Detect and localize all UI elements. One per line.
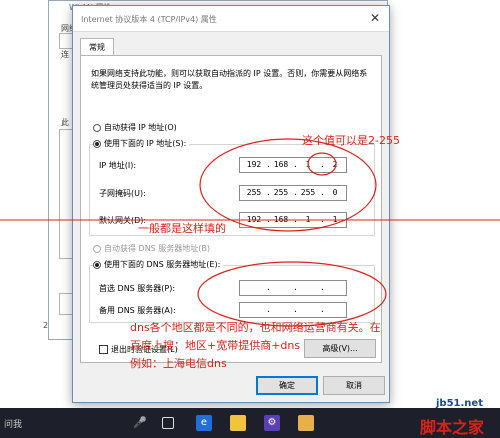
file-explorer-icon[interactable] [230, 415, 246, 431]
cortana-search-text[interactable]: 问我 [4, 417, 22, 430]
dns-fields-circle [197, 261, 387, 327]
note-dns-line2: 百度上搜：地区+宽带提供商+dns [130, 339, 301, 352]
note-dns-line1: dns各个地区都是不同的，也和网络运营商有关。在 [130, 321, 381, 334]
edge-icon[interactable]: e [196, 415, 212, 431]
watermark-site: jb51.net [436, 398, 483, 409]
last-octet-circle [307, 152, 337, 176]
ip-fields-circle [199, 138, 377, 232]
watermark-brand: 脚本之家 [420, 418, 485, 437]
settings-icon[interactable]: ⚙ [264, 415, 280, 431]
annotation-layer [0, 138, 500, 327]
note-ip-range: 这个值可以是2-255 [302, 134, 400, 147]
microphone-icon[interactable]: 🎤 [132, 415, 148, 431]
folder-icon[interactable] [298, 415, 314, 431]
task-view-icon[interactable] [162, 417, 174, 429]
note-general-fill: 一般都是这样填的 [138, 222, 226, 235]
note-dns-line3: 例如：上海电信dns [130, 357, 227, 370]
